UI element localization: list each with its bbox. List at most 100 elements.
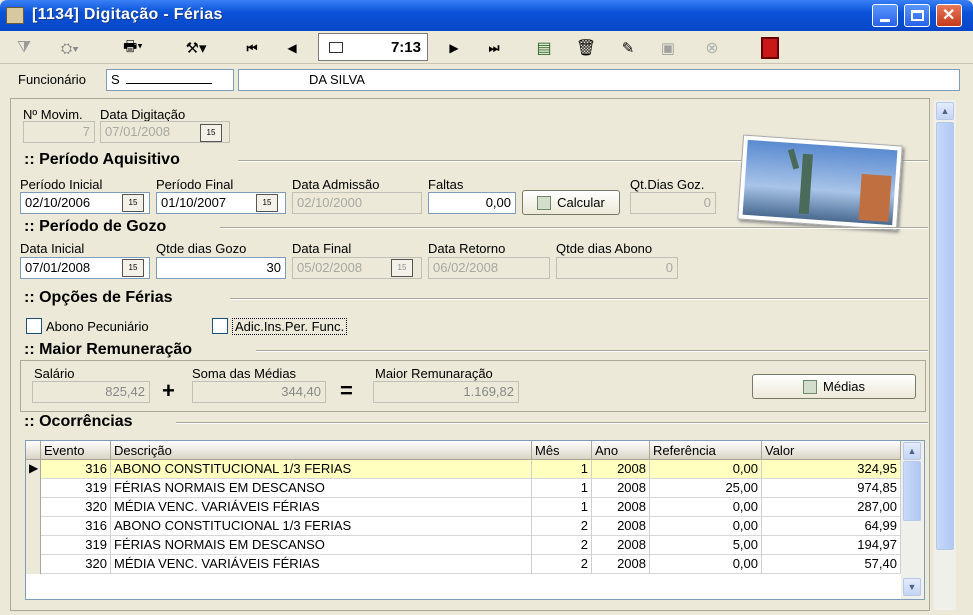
first-record-icon[interactable]: ⏮	[238, 36, 266, 60]
cancel-icon[interactable]: ⊗	[698, 36, 726, 60]
table-row[interactable]: 319 FÉRIAS NORMAIS EM DESCANSO 2 2008 5,…	[26, 536, 901, 555]
prev-record-icon[interactable]: ◀	[280, 36, 304, 60]
calendar-picker-icon[interactable]: 15	[256, 194, 278, 212]
section-periodo-aquisitivo: :: Período Aquisitivo	[24, 151, 180, 168]
cell: FÉRIAS NORMAIS EM DESCANSO	[111, 479, 532, 498]
medias-button[interactable]: Médias	[752, 374, 916, 399]
table-row[interactable]: 319 FÉRIAS NORMAIS EM DESCANSO 1 2008 25…	[26, 479, 901, 498]
row-indicator	[26, 536, 41, 555]
row-indicator	[26, 498, 41, 517]
qtde-dias-gozo-label: Qtde dias Gozo	[156, 241, 247, 256]
data-inicial-label: Data Inicial	[20, 241, 85, 256]
data-final-label: Data Final	[292, 241, 352, 256]
data-retorno-label: Data Retorno	[428, 241, 506, 256]
data-admissao-field: 02/10/2000	[292, 192, 422, 214]
exit-door-icon[interactable]	[756, 36, 784, 60]
cell: 64,99	[762, 517, 901, 536]
column-header[interactable]: Descrição	[111, 441, 532, 460]
calendar-picker-icon[interactable]: 15	[122, 259, 144, 277]
row-indicator	[26, 479, 41, 498]
cell: 2	[532, 536, 592, 555]
cell: 2008	[592, 460, 650, 479]
employee-code-input[interactable]: S	[106, 69, 234, 91]
cell: 0,00	[650, 517, 762, 536]
cell: 2008	[592, 479, 650, 498]
cell: 2	[532, 517, 592, 536]
scroll-down-icon[interactable]: ▼	[903, 578, 921, 596]
title-bar: [1134] Digitação - Férias ✕	[0, 0, 973, 31]
scroll-up-icon[interactable]: ▲	[936, 102, 954, 120]
window-title: [1134] Digitação - Férias	[32, 6, 223, 23]
form-scrollbar[interactable]: ▲	[934, 100, 956, 610]
calendar-picker-icon[interactable]: 15	[200, 124, 222, 142]
cell: 320	[41, 555, 111, 574]
faltas-input[interactable]: 0,00	[428, 192, 516, 214]
data-retorno-field: 06/02/2008	[428, 257, 550, 279]
employee-row: Funcionário S DA SILVA ⛭	[0, 65, 973, 151]
separator	[220, 227, 928, 229]
calendar-picker-icon: 15	[391, 259, 413, 277]
edit-icon[interactable]: ✎	[614, 36, 642, 60]
filter-icon[interactable]: ⧩	[12, 36, 36, 60]
binoculars-icon[interactable]: ⛭▾	[52, 36, 88, 60]
maximize-button[interactable]	[904, 4, 930, 27]
calculator-icon	[537, 195, 552, 210]
cell: 1	[532, 498, 592, 517]
cell: 1	[532, 460, 592, 479]
row-indicator: ▶	[26, 460, 41, 479]
qt-dias-gozo-field: 0	[630, 192, 716, 214]
cell: 5,00	[650, 536, 762, 555]
calculator-icon	[803, 379, 818, 394]
movim-field: 7	[23, 121, 95, 143]
cell: FÉRIAS NORMAIS EM DESCANSO	[111, 536, 532, 555]
minimize-button[interactable]	[872, 4, 898, 27]
close-button[interactable]: ✕	[936, 4, 962, 27]
cell: 0,00	[650, 498, 762, 517]
date-time-box: 7:13	[318, 33, 428, 61]
data-admissao-label: Data Admissão	[292, 177, 380, 192]
new-record-icon[interactable]: ▤	[530, 36, 558, 60]
cell: 2	[532, 555, 592, 574]
abono-pecuniario-checkbox[interactable]	[26, 318, 42, 334]
calendar-picker-icon[interactable]: 15	[122, 194, 144, 212]
adic-ins-per-checkbox[interactable]	[212, 318, 228, 334]
column-header[interactable]: Referência	[650, 441, 762, 460]
scroll-up-icon[interactable]: ▲	[903, 442, 921, 460]
table-row[interactable]: 320 MÉDIA VENC. VARIÁVEIS FÉRIAS 2 2008 …	[26, 555, 901, 574]
cell: 2008	[592, 536, 650, 555]
table-row[interactable]: 316 ABONO CONSTITUCIONAL 1/3 FERIAS 2 20…	[26, 517, 901, 536]
employee-name-input[interactable]: DA SILVA	[238, 69, 960, 91]
delete-icon[interactable]: 🗑	[572, 36, 600, 60]
equals-sign: =	[340, 378, 353, 403]
table-scrollbar[interactable]: ▲ ▼	[901, 441, 924, 599]
scroll-thumb[interactable]	[903, 461, 921, 521]
scroll-thumb[interactable]	[936, 122, 954, 550]
statue-of-liberty-image	[737, 134, 903, 231]
next-record-icon[interactable]: ▶	[442, 36, 466, 60]
toolbar: ⧩ ⛭▾ 🖶▾ ⚒▾ ⏮ ◀ 7:13 ▶ ⏭ ▤ 🗑 ✎ ▣ ⊗	[0, 31, 973, 64]
tools-icon[interactable]: ⚒▾	[170, 36, 222, 60]
maior-remuneracao-label: Maior Remunaração	[375, 366, 493, 381]
save-icon[interactable]: ▣	[654, 36, 682, 60]
cell: 316	[41, 517, 111, 536]
cell: 974,85	[762, 479, 901, 498]
qtde-dias-abono-field: 0	[556, 257, 678, 279]
printer-icon[interactable]: 🖶▾	[108, 36, 158, 60]
periodo-final-label: Período Final	[156, 177, 234, 192]
column-header[interactable]: Mês	[532, 441, 592, 460]
movim-label: Nº Movim.	[23, 107, 83, 122]
soma-medias-label: Soma das Médias	[192, 366, 297, 381]
column-header[interactable]: Evento	[41, 441, 111, 460]
cell: MÉDIA VENC. VARIÁVEIS FÉRIAS	[111, 555, 532, 574]
last-record-icon[interactable]: ⏭	[480, 36, 508, 60]
calendar-icon	[329, 42, 343, 53]
qtde-dias-gozo-input[interactable]: 30	[156, 257, 286, 279]
periodo-inicial-label: Período Inicial	[20, 177, 103, 192]
column-header[interactable]: Valor	[762, 441, 901, 460]
table-row[interactable]: 320 MÉDIA VENC. VARIÁVEIS FÉRIAS 1 2008 …	[26, 498, 901, 517]
calcular-button[interactable]: Calcular	[522, 190, 620, 215]
table-row[interactable]: ▶ 316 ABONO CONSTITUCIONAL 1/3 FERIAS 1 …	[26, 460, 901, 479]
plus-sign: +	[162, 378, 175, 403]
cell: 287,00	[762, 498, 901, 517]
column-header[interactable]: Ano	[592, 441, 650, 460]
